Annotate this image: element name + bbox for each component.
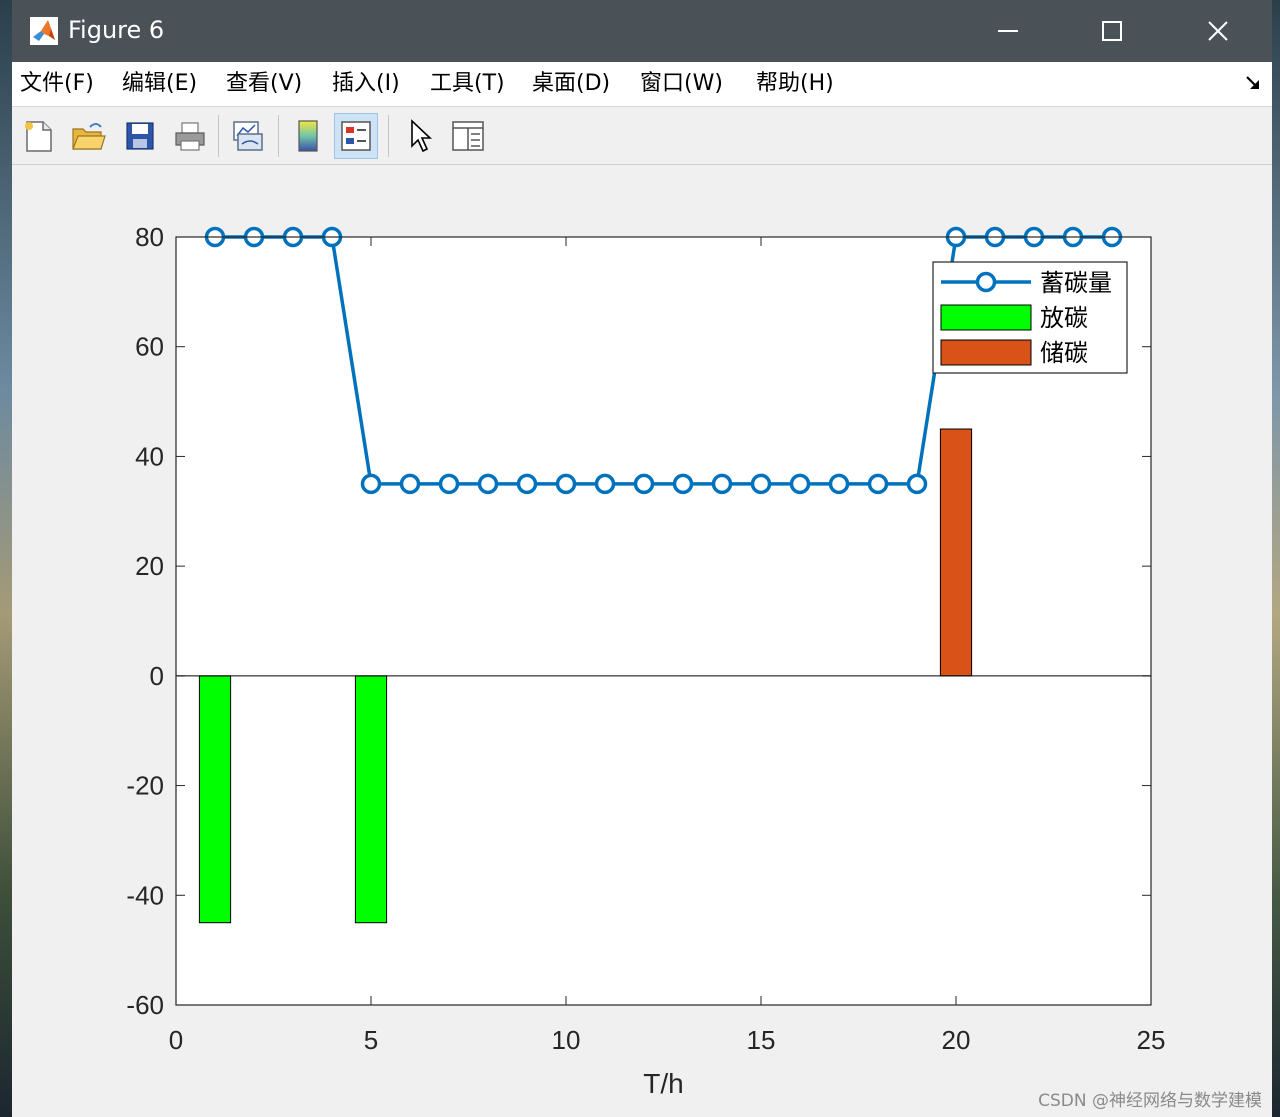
bar: [939, 428, 973, 677]
save-icon: [126, 122, 154, 150]
y-tick-label: -20: [126, 771, 164, 801]
data-point: [594, 473, 616, 495]
menu-file[interactable]: 文件(F): [20, 69, 94, 99]
y-tick-label: 60: [135, 332, 164, 362]
menu-view[interactable]: 查看(V): [226, 69, 302, 99]
y-tick-label: 0: [150, 661, 164, 691]
matlab-icon: [30, 17, 58, 45]
legend-label: 蓄碳量: [1040, 269, 1112, 297]
bar: [198, 675, 232, 924]
desktop-background-left: [0, 0, 12, 1117]
menu-edit[interactable]: 编辑(E): [122, 69, 197, 99]
new-figure-button[interactable]: [16, 113, 60, 159]
title-bar[interactable]: Figure 6: [12, 0, 1272, 62]
bar: [354, 675, 388, 924]
pointer-button[interactable]: [398, 113, 442, 159]
figure-window: Figure 6 文件(F) 编辑(E) 查看(V) 插入(I) 工具(T) 桌…: [12, 0, 1272, 1117]
print-icon: [175, 122, 205, 151]
y-tick-label: -60: [126, 990, 164, 1020]
open-file-icon: [72, 123, 106, 150]
legend-label: 放碳: [1040, 304, 1088, 332]
x-tick-label: 20: [942, 1025, 971, 1055]
print-button[interactable]: [168, 113, 212, 159]
y-tick-label: 80: [135, 222, 164, 252]
data-point: [789, 473, 811, 495]
watermark: CSDN @神经网络与数学建模: [1038, 1091, 1262, 1111]
menu-help[interactable]: 帮助(H): [756, 69, 834, 99]
x-axis-label: T/h: [643, 1068, 683, 1099]
data-point: [438, 473, 460, 495]
desktop-background-right: [1272, 0, 1280, 1117]
menu-bar: 文件(F) 编辑(E) 查看(V) 插入(I) 工具(T) 桌面(D) 窗口(W…: [12, 62, 1272, 107]
window-title: Figure 6: [68, 16, 165, 44]
x-tick-label: 25: [1137, 1025, 1166, 1055]
menu-tools[interactable]: 工具(T): [430, 69, 505, 99]
y-tick-label: 20: [135, 551, 164, 581]
data-point: [477, 473, 499, 495]
figure-toolbar: [12, 107, 1272, 165]
y-tick-label: -40: [126, 880, 164, 910]
maximize-icon: [1102, 21, 1122, 41]
x-tick-label: 15: [747, 1025, 776, 1055]
x-tick-label: 10: [552, 1025, 581, 1055]
maximize-button[interactable]: [1060, 0, 1164, 62]
data-point: [516, 473, 538, 495]
y-tick-label: 40: [135, 441, 164, 471]
close-icon: [1208, 21, 1228, 41]
legend-button[interactable]: [334, 113, 378, 159]
data-point: [633, 473, 655, 495]
legend-icon: [341, 121, 371, 151]
x-tick-label: 0: [169, 1025, 183, 1055]
figure-canvas: -60 -40 -20 0 20 40 60 80 0 5 10 15 20 25 T/h 蓄碳量放碳储碳 C…: [12, 165, 1272, 1117]
legend-bar-swatch: [940, 304, 1032, 331]
link-plot-icon: [233, 121, 263, 151]
close-button[interactable]: [1166, 0, 1270, 62]
dock-arrow-icon[interactable]: [1244, 74, 1262, 92]
menu-desktop[interactable]: 桌面(D): [532, 69, 610, 99]
data-point: [360, 473, 382, 495]
data-point: [906, 473, 928, 495]
data-point: [828, 473, 850, 495]
property-inspector-button[interactable]: [446, 113, 490, 159]
link-plot-button[interactable]: [226, 113, 270, 159]
data-point: [672, 473, 694, 495]
data-point: [750, 473, 772, 495]
legend-marker-swatch: [975, 271, 997, 293]
colorbar-icon: [298, 120, 318, 152]
property-inspector-icon: [452, 121, 484, 151]
new-figure-icon: [25, 121, 52, 152]
data-point: [555, 473, 577, 495]
minimize-icon: [998, 30, 1018, 32]
toolbar-separator: [388, 115, 389, 157]
legend-label: 储碳: [1040, 339, 1088, 367]
legend-bar-swatch: [940, 339, 1032, 366]
colorbar-button[interactable]: [286, 113, 330, 159]
menu-window[interactable]: 窗口(W): [640, 69, 723, 99]
open-file-button[interactable]: [66, 113, 110, 159]
data-point: [399, 473, 421, 495]
toolbar-separator: [218, 115, 219, 157]
toolbar-separator: [278, 115, 279, 157]
save-button[interactable]: [118, 113, 162, 159]
menu-insert[interactable]: 插入(I): [332, 69, 400, 99]
data-point: [867, 473, 889, 495]
x-tick-label: 5: [364, 1025, 378, 1055]
chart: -60 -40 -20 0 20 40 60 80 0 5 10 15 20 25 T/h 蓄碳量放碳储碳: [126, 222, 1166, 1099]
data-point: [711, 473, 733, 495]
minimize-button[interactable]: [956, 0, 1060, 62]
pointer-icon: [411, 119, 433, 153]
